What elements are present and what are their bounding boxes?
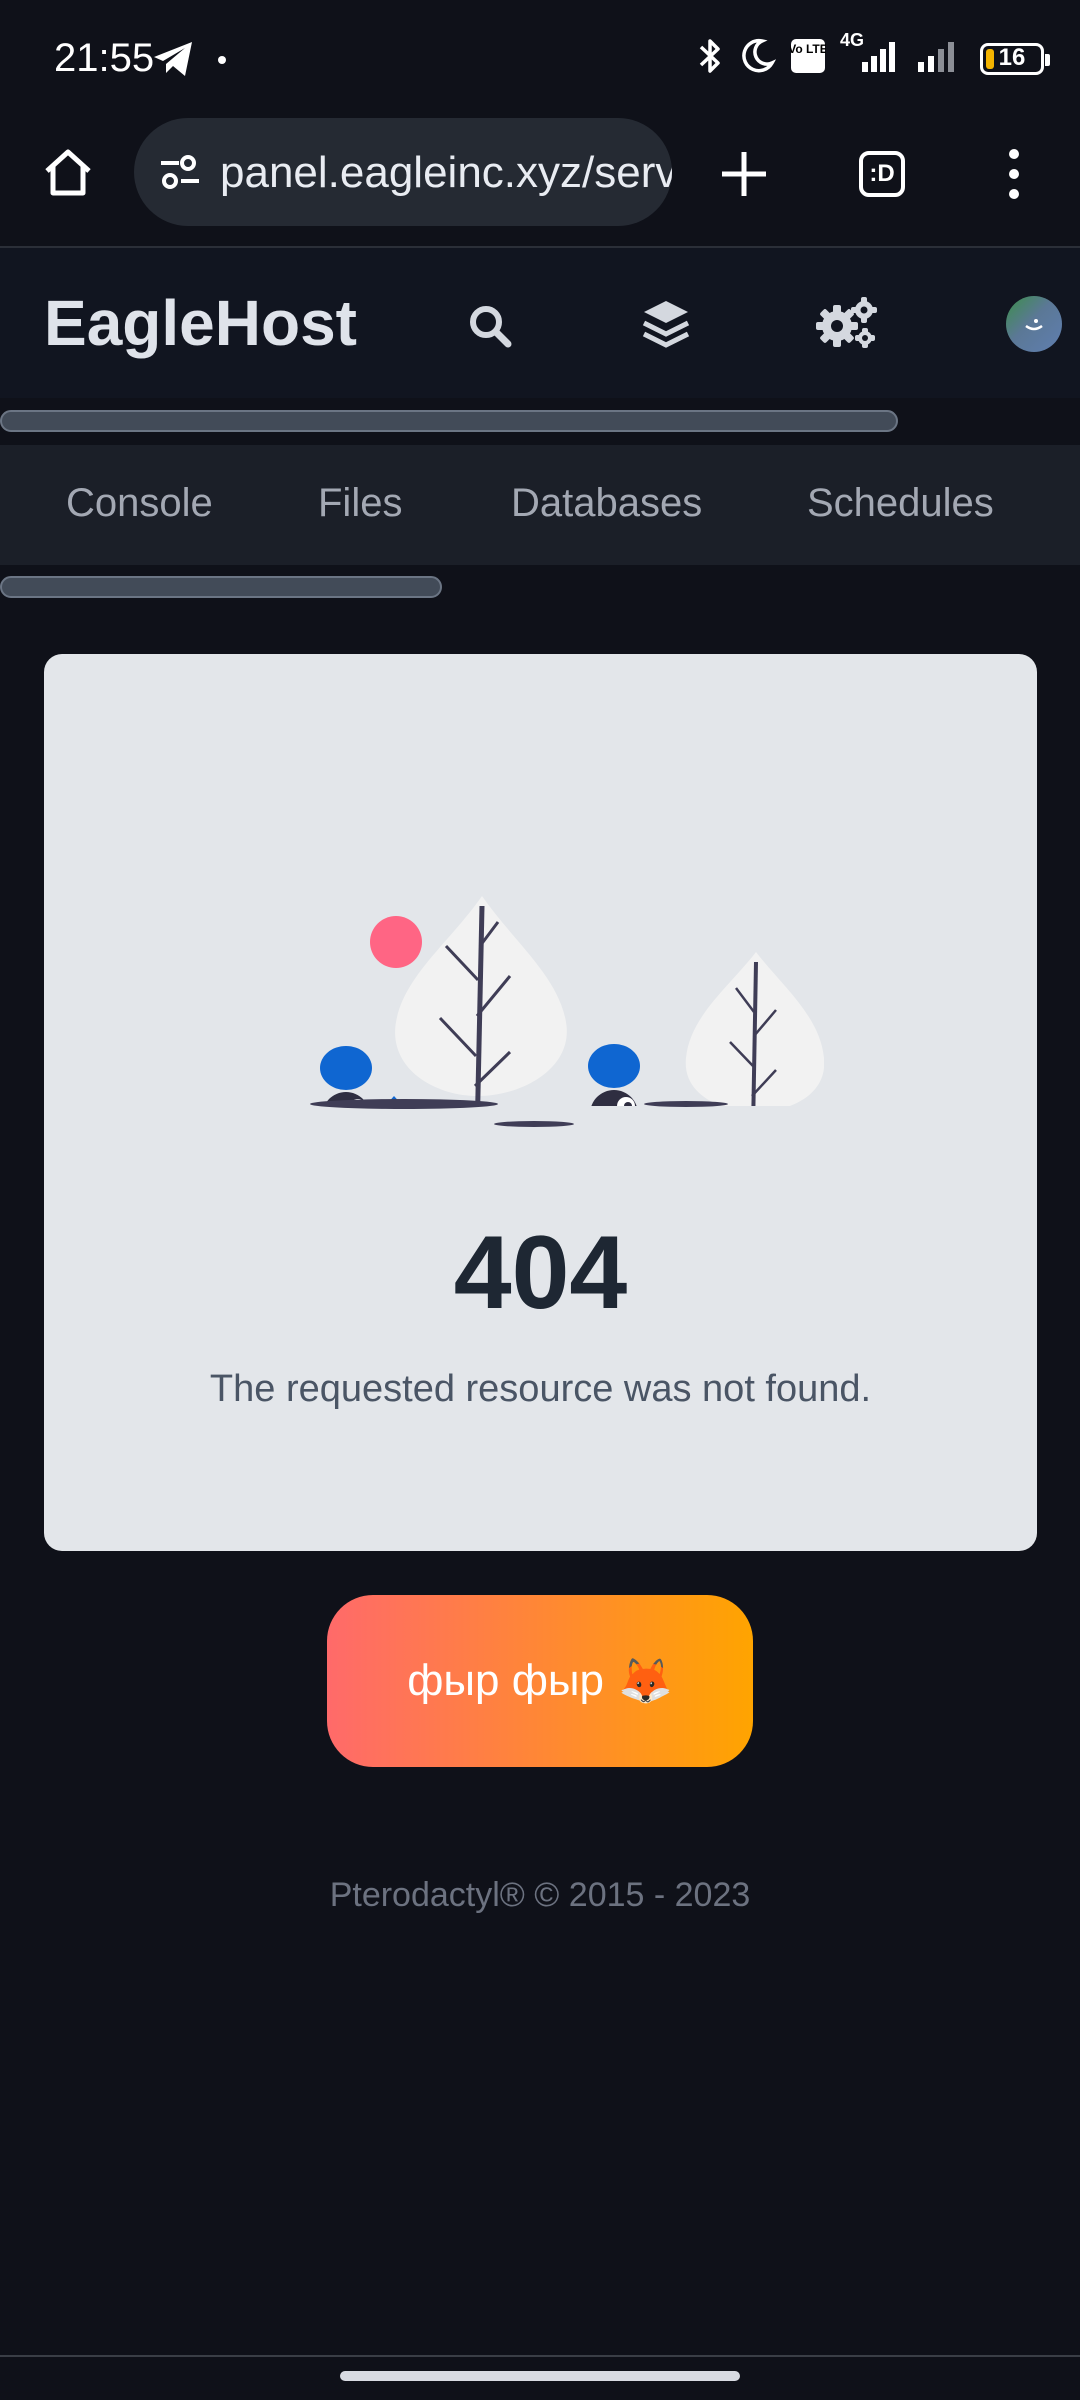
error-code: 404 (453, 1215, 628, 1331)
tab-schedules[interactable]: Schedules (807, 481, 994, 526)
status-bar: 21:55 Vo LTE 4G 16 (0, 0, 1080, 118)
error-message: The requested resource was not found. (209, 1368, 872, 1410)
notification-dot (218, 56, 226, 64)
network-type: 4G (840, 30, 865, 50)
signal-icon: 4G (840, 30, 902, 79)
nav-divider (0, 2355, 1080, 2357)
telegram-icon (152, 40, 196, 83)
url-text: panel.eagleinc.xyz/server (220, 148, 672, 197)
battery-tip (1045, 53, 1050, 66)
moon-icon (738, 37, 777, 80)
tab-count: :D (859, 151, 905, 197)
tab-files[interactable]: Files (318, 481, 402, 526)
home-icon[interactable] (38, 142, 98, 202)
illustration-ground-shadows (310, 1099, 728, 1127)
not-found-illustration (320, 896, 824, 1106)
search-icon[interactable] (460, 296, 520, 356)
layers-icon[interactable] (636, 294, 696, 354)
volte-text-top: Vo LTE (790, 42, 826, 56)
tab-databases[interactable]: Databases (511, 481, 702, 526)
fox-icon: 🦊 (618, 1657, 673, 1706)
tabs-icon[interactable]: :D (850, 148, 914, 200)
volte-icon: Vo LTE (788, 38, 828, 79)
horizontal-scrollbar-tabs[interactable] (0, 576, 442, 598)
more-icon[interactable] (990, 142, 1038, 206)
battery-icon: 16 (980, 42, 1050, 75)
horizontal-scrollbar-header[interactable] (0, 410, 898, 432)
fox-button-label: фыр фыр (407, 1656, 605, 1705)
error-card: 404 The requested resource was not found… (44, 654, 1037, 1551)
server-sub-nav: Console Files Databases Schedules (0, 445, 1080, 565)
site-settings-icon[interactable] (152, 144, 208, 200)
address-bar[interactable]: panel.eagleinc.xyz/server (134, 118, 672, 226)
tab-console[interactable]: Console (66, 481, 213, 526)
bluetooth-icon (696, 36, 724, 81)
new-tab-icon[interactable] (712, 142, 776, 206)
status-time: 21:55 (54, 36, 155, 80)
battery-level: 16 (998, 43, 1026, 71)
footer-copyright: Pterodactyl® © 2015 - 2023 (329, 1876, 751, 1914)
brand-logo[interactable]: EagleHost (44, 286, 357, 360)
settings-icon[interactable] (812, 292, 882, 356)
app-header: EagleHost (0, 248, 1080, 398)
fox-button[interactable]: фыр фыр 🦊 (327, 1595, 753, 1767)
signal-icon-2 (916, 38, 966, 79)
browser-toolbar: panel.eagleinc.xyz/server :D (0, 118, 1080, 248)
status-right: Vo LTE 4G 16 (696, 30, 1050, 81)
avatar[interactable] (1006, 296, 1062, 352)
home-indicator[interactable] (340, 2371, 740, 2381)
